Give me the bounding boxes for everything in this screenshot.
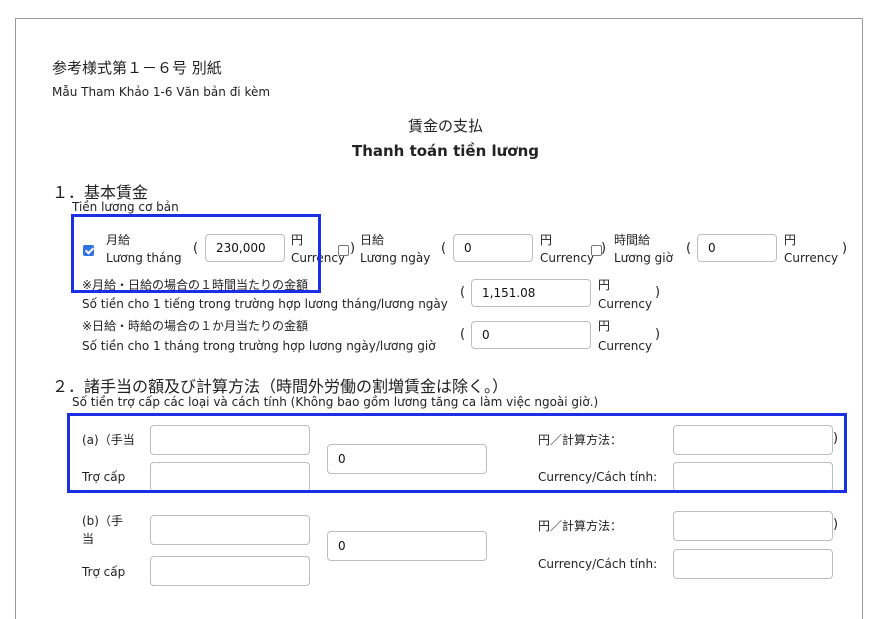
daily-unit-jp: 円	[540, 233, 553, 247]
paren-open: (	[441, 241, 447, 256]
paren-close: )	[655, 327, 661, 342]
per-month-unit-jp: 円	[598, 319, 611, 333]
paren-close: )	[601, 241, 607, 256]
allowance-b-unit-vi: Currency/Cách tính:	[538, 557, 658, 571]
hourly-salary-input[interactable]: 0	[697, 234, 777, 262]
per-hour-label-jp: ※月給・日給の場合の１時間当たりの金額	[82, 278, 309, 292]
allowance-b-label-vi: Trợ cấp	[82, 565, 126, 579]
per-hour-unit-jp: 円	[598, 278, 611, 292]
paren-open: (	[686, 241, 692, 256]
allowance-b-name-vi-input[interactable]	[150, 556, 310, 586]
paren-close: )	[655, 285, 661, 300]
per-hour-label-vi: Số tiền cho 1 tiếng trong trường hợp lươ…	[82, 297, 448, 311]
paren-open: (	[460, 285, 466, 300]
reference-title-vi: Mẫu Tham Khảo 1-6 Văn bản đi kèm	[52, 85, 271, 99]
allowance-a-highlight	[67, 413, 847, 493]
per-month-label-jp: ※日給・時給の場合の１か月当たりの金額	[82, 319, 309, 333]
section2-heading-vi: Số tiền trợ cấp các loại và cách tính (K…	[72, 395, 599, 409]
per-hour-amount-input[interactable]: 1,151.08	[471, 279, 591, 307]
daily-salary-input[interactable]: 0	[453, 234, 533, 262]
hourly-label-jp: 時間給	[614, 233, 651, 247]
daily-checkbox[interactable]	[338, 245, 349, 256]
daily-unit-vi: Currency	[540, 251, 595, 265]
paren-open: (	[460, 327, 466, 342]
allowance-b-unit-jp: 円／計算方法：	[538, 519, 623, 533]
section2-heading-jp: ２．諸手当の額及び計算方法（時間外労働の割増賃金は除く。）	[52, 377, 509, 396]
allowance-b-amount-input[interactable]: 0	[327, 531, 487, 561]
per-hour-unit-vi: Currency	[598, 297, 653, 311]
allowance-b-name-input[interactable]	[150, 515, 310, 545]
allowance-b-method-vi-input[interactable]	[673, 549, 833, 579]
hourly-unit-jp: 円	[784, 233, 797, 247]
per-month-amount-input[interactable]: 0	[471, 321, 591, 349]
section1-heading-vi: Tiền lương cơ bản	[72, 200, 179, 214]
main-title-jp: 賃金の支払	[407, 117, 483, 135]
hourly-unit-vi: Currency	[784, 251, 839, 265]
paren-close: )	[350, 241, 356, 256]
per-month-unit-vi: Currency	[598, 339, 653, 353]
daily-label-jp: 日給	[360, 233, 385, 247]
main-title-vi: Thanh toán tiền lương	[351, 142, 540, 160]
allowance-b-label-jp: (b)（手	[82, 514, 123, 528]
paren-close: )	[842, 241, 848, 256]
allowance-b-label-jp-cont: 当	[82, 532, 95, 546]
allowance-b-method-input[interactable]	[673, 511, 833, 541]
daily-label-vi: Lương ngày	[360, 251, 431, 265]
reference-title-jp: 参考様式第１－６号 別紙	[52, 59, 222, 77]
hourly-label-vi: Lương giờ	[614, 251, 673, 265]
per-month-label-vi: Số tiền cho 1 tháng trong trường hợp lươ…	[82, 339, 436, 353]
paren-close: )	[833, 517, 839, 532]
